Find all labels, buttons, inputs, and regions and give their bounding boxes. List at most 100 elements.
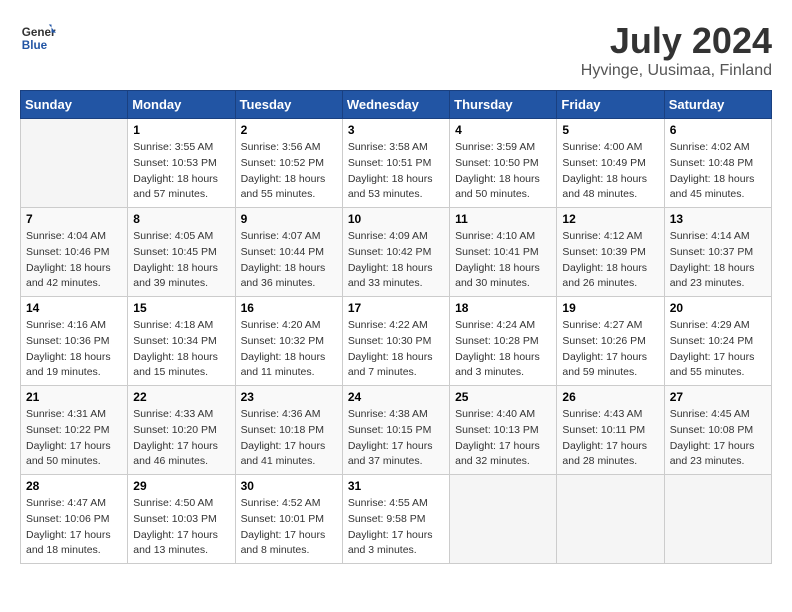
day-info: Sunrise: 4:04 AM Sunset: 10:46 PM Daylig… <box>26 229 122 292</box>
day-number: 28 <box>26 479 122 493</box>
title-area: July 2024 Hyvinge, Uusimaa, Finland <box>581 20 772 80</box>
week-row-4: 21 Sunrise: 4:31 AM Sunset: 10:22 PM Dayl… <box>21 386 772 475</box>
day-cell: 13 Sunrise: 4:14 AM Sunset: 10:37 PM Dayl… <box>664 208 771 297</box>
day-number: 10 <box>348 212 444 226</box>
day-number: 8 <box>133 212 229 226</box>
col-header-saturday: Saturday <box>664 91 771 119</box>
calendar-title: July 2024 <box>581 20 772 62</box>
day-info: Sunrise: 3:56 AM Sunset: 10:52 PM Daylig… <box>241 140 337 203</box>
day-cell: 6 Sunrise: 4:02 AM Sunset: 10:48 PM Dayli… <box>664 119 771 208</box>
day-number: 16 <box>241 301 337 315</box>
day-cell: 20 Sunrise: 4:29 AM Sunset: 10:24 PM Dayl… <box>664 297 771 386</box>
calendar-subtitle: Hyvinge, Uusimaa, Finland <box>581 62 772 80</box>
day-cell: 21 Sunrise: 4:31 AM Sunset: 10:22 PM Dayl… <box>21 386 128 475</box>
day-cell: 26 Sunrise: 4:43 AM Sunset: 10:11 PM Dayl… <box>557 386 664 475</box>
day-info: Sunrise: 4:45 AM Sunset: 10:08 PM Daylig… <box>670 407 766 470</box>
day-info: Sunrise: 4:38 AM Sunset: 10:15 PM Daylig… <box>348 407 444 470</box>
day-number: 12 <box>562 212 658 226</box>
day-number: 20 <box>670 301 766 315</box>
day-number: 3 <box>348 123 444 137</box>
day-cell: 29 Sunrise: 4:50 AM Sunset: 10:03 PM Dayl… <box>128 475 235 564</box>
day-number: 29 <box>133 479 229 493</box>
day-number: 19 <box>562 301 658 315</box>
week-row-2: 7 Sunrise: 4:04 AM Sunset: 10:46 PM Dayli… <box>21 208 772 297</box>
day-cell: 18 Sunrise: 4:24 AM Sunset: 10:28 PM Dayl… <box>450 297 557 386</box>
day-info: Sunrise: 4:55 AM Sunset: 9:58 PM Dayligh… <box>348 496 444 559</box>
svg-text:General: General <box>22 26 56 39</box>
svg-text:Blue: Blue <box>22 39 48 52</box>
day-number: 21 <box>26 390 122 404</box>
day-info: Sunrise: 3:59 AM Sunset: 10:50 PM Daylig… <box>455 140 551 203</box>
day-info: Sunrise: 4:33 AM Sunset: 10:20 PM Daylig… <box>133 407 229 470</box>
day-cell <box>21 119 128 208</box>
day-info: Sunrise: 4:10 AM Sunset: 10:41 PM Daylig… <box>455 229 551 292</box>
day-cell: 24Sunrise: 4:38 AM Sunset: 10:15 PM Dayl… <box>342 386 449 475</box>
day-number: 23 <box>241 390 337 404</box>
day-info: Sunrise: 4:24 AM Sunset: 10:28 PM Daylig… <box>455 318 551 381</box>
day-info: Sunrise: 4:50 AM Sunset: 10:03 PM Daylig… <box>133 496 229 559</box>
day-cell: 12Sunrise: 4:12 AM Sunset: 10:39 PM Dayl… <box>557 208 664 297</box>
day-number: 9 <box>241 212 337 226</box>
col-header-monday: Monday <box>128 91 235 119</box>
day-cell: 10 Sunrise: 4:09 AM Sunset: 10:42 PM Dayl… <box>342 208 449 297</box>
day-number: 5 <box>562 123 658 137</box>
col-header-wednesday: Wednesday <box>342 91 449 119</box>
day-cell: 4Sunrise: 3:59 AM Sunset: 10:50 PM Dayli… <box>450 119 557 208</box>
day-cell: 9 Sunrise: 4:07 AM Sunset: 10:44 PM Dayli… <box>235 208 342 297</box>
day-cell: 14Sunrise: 4:16 AM Sunset: 10:36 PM Dayl… <box>21 297 128 386</box>
header-row: SundayMondayTuesdayWednesdayThursdayFrid… <box>21 91 772 119</box>
day-number: 13 <box>670 212 766 226</box>
week-row-5: 28Sunrise: 4:47 AM Sunset: 10:06 PM Dayl… <box>21 475 772 564</box>
day-info: Sunrise: 4:02 AM Sunset: 10:48 PM Daylig… <box>670 140 766 203</box>
day-info: Sunrise: 4:31 AM Sunset: 10:22 PM Daylig… <box>26 407 122 470</box>
day-cell: 15 Sunrise: 4:18 AM Sunset: 10:34 PM Dayl… <box>128 297 235 386</box>
day-number: 27 <box>670 390 766 404</box>
day-cell: 19 Sunrise: 4:27 AM Sunset: 10:26 PM Dayl… <box>557 297 664 386</box>
day-cell: 7 Sunrise: 4:04 AM Sunset: 10:46 PM Dayli… <box>21 208 128 297</box>
day-info: Sunrise: 4:22 AM Sunset: 10:30 PM Daylig… <box>348 318 444 381</box>
day-info: Sunrise: 4:29 AM Sunset: 10:24 PM Daylig… <box>670 318 766 381</box>
day-info: Sunrise: 3:58 AM Sunset: 10:51 PM Daylig… <box>348 140 444 203</box>
day-cell <box>557 475 664 564</box>
day-cell: 28Sunrise: 4:47 AM Sunset: 10:06 PM Dayl… <box>21 475 128 564</box>
day-info: Sunrise: 4:27 AM Sunset: 10:26 PM Daylig… <box>562 318 658 381</box>
day-info: Sunrise: 4:07 AM Sunset: 10:44 PM Daylig… <box>241 229 337 292</box>
day-info: Sunrise: 4:40 AM Sunset: 10:13 PM Daylig… <box>455 407 551 470</box>
day-info: Sunrise: 4:09 AM Sunset: 10:42 PM Daylig… <box>348 229 444 292</box>
day-cell: 27 Sunrise: 4:45 AM Sunset: 10:08 PM Dayl… <box>664 386 771 475</box>
calendar-table: SundayMondayTuesdayWednesdayThursdayFrid… <box>20 90 772 564</box>
day-cell: 31 Sunrise: 4:55 AM Sunset: 9:58 PM Dayli… <box>342 475 449 564</box>
day-number: 26 <box>562 390 658 404</box>
header: General Blue General Blue July 2024 Hyvi… <box>20 20 772 80</box>
day-number: 14 <box>26 301 122 315</box>
day-number: 2 <box>241 123 337 137</box>
day-number: 15 <box>133 301 229 315</box>
day-info: Sunrise: 4:05 AM Sunset: 10:45 PM Daylig… <box>133 229 229 292</box>
day-number: 7 <box>26 212 122 226</box>
day-cell: 22 Sunrise: 4:33 AM Sunset: 10:20 PM Dayl… <box>128 386 235 475</box>
day-number: 25 <box>455 390 551 404</box>
day-number: 6 <box>670 123 766 137</box>
day-info: Sunrise: 4:43 AM Sunset: 10:11 PM Daylig… <box>562 407 658 470</box>
day-number: 11 <box>455 212 551 226</box>
day-number: 30 <box>241 479 337 493</box>
day-number: 1 <box>133 123 229 137</box>
day-cell: 2 Sunrise: 3:56 AM Sunset: 10:52 PM Dayli… <box>235 119 342 208</box>
day-info: Sunrise: 4:14 AM Sunset: 10:37 PM Daylig… <box>670 229 766 292</box>
day-cell: 1 Sunrise: 3:55 AM Sunset: 10:53 PM Dayli… <box>128 119 235 208</box>
day-number: 22 <box>133 390 229 404</box>
day-info: Sunrise: 4:18 AM Sunset: 10:34 PM Daylig… <box>133 318 229 381</box>
day-number: 17 <box>348 301 444 315</box>
day-cell: 3 Sunrise: 3:58 AM Sunset: 10:51 PM Dayli… <box>342 119 449 208</box>
day-cell: 30Sunrise: 4:52 AM Sunset: 10:01 PM Dayl… <box>235 475 342 564</box>
day-cell: 16Sunrise: 4:20 AM Sunset: 10:32 PM Dayl… <box>235 297 342 386</box>
day-cell: 8 Sunrise: 4:05 AM Sunset: 10:45 PM Dayli… <box>128 208 235 297</box>
day-number: 18 <box>455 301 551 315</box>
day-cell: 17 Sunrise: 4:22 AM Sunset: 10:30 PM Dayl… <box>342 297 449 386</box>
week-row-3: 14Sunrise: 4:16 AM Sunset: 10:36 PM Dayl… <box>21 297 772 386</box>
col-header-thursday: Thursday <box>450 91 557 119</box>
col-header-friday: Friday <box>557 91 664 119</box>
day-cell <box>664 475 771 564</box>
day-number: 31 <box>348 479 444 493</box>
day-info: Sunrise: 3:55 AM Sunset: 10:53 PM Daylig… <box>133 140 229 203</box>
